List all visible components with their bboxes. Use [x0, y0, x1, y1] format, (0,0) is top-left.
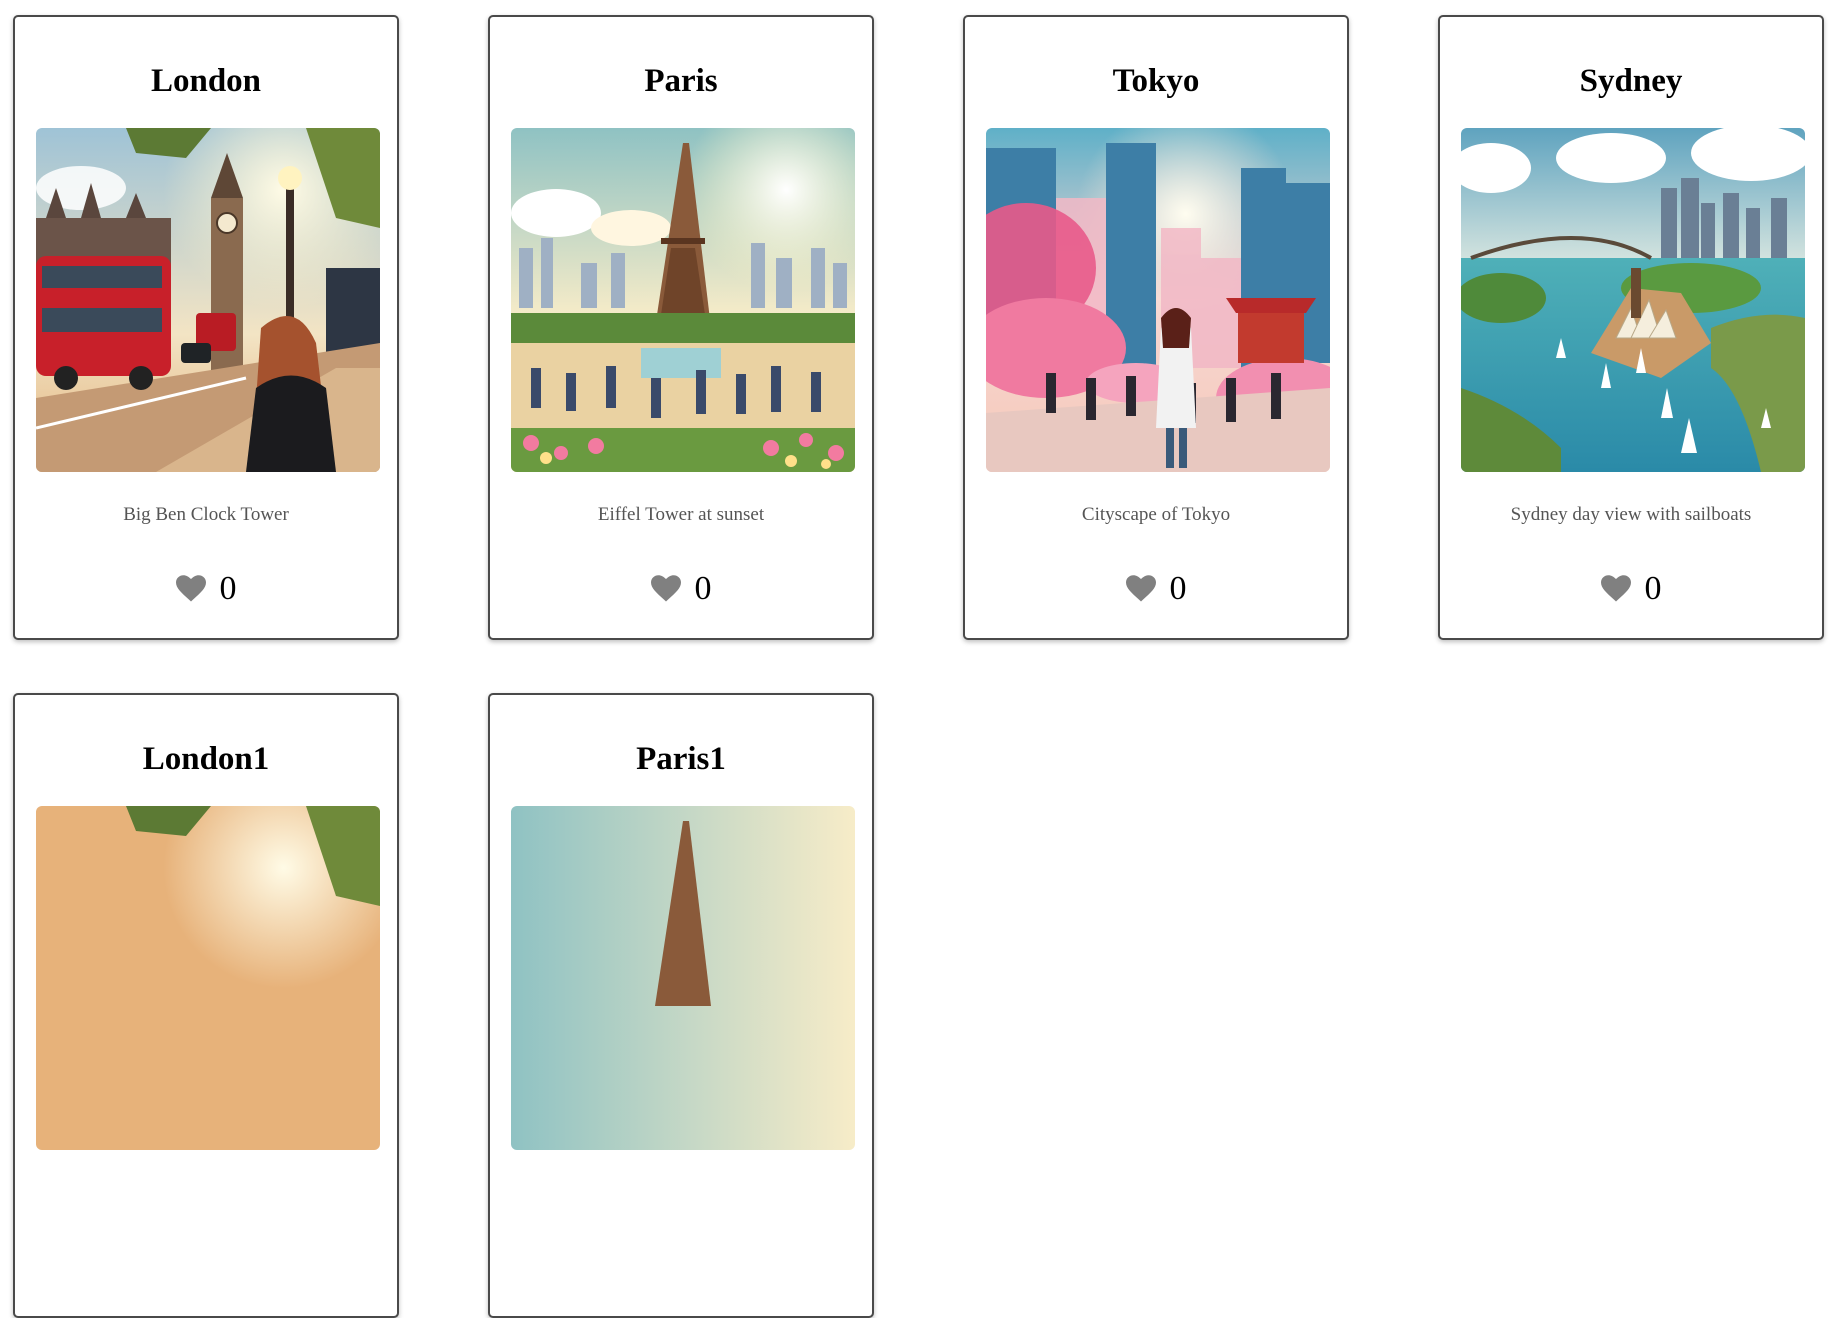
paris-image — [511, 128, 855, 472]
like-count: 0 — [1169, 570, 1187, 607]
london-illustration — [36, 128, 380, 472]
tokyo-image — [986, 128, 1330, 472]
paris-illustration — [511, 128, 855, 472]
card-london: London Big Ben Clock Tower 0 — [13, 15, 399, 640]
london1-image — [36, 806, 380, 1150]
card-caption: Eiffel Tower at sunset — [597, 504, 765, 525]
heart-icon[interactable] — [1125, 575, 1156, 603]
card-caption: Big Ben Clock Tower — [123, 504, 289, 525]
london-image — [36, 128, 380, 472]
paris1-image — [511, 806, 855, 1150]
card-title: Tokyo — [1112, 63, 1200, 99]
like-count: 0 — [219, 570, 237, 607]
paris1-illustration — [511, 806, 855, 1150]
sydney-image — [1461, 128, 1805, 472]
like-row: 0 — [490, 572, 872, 606]
card-title: Paris1 — [636, 741, 726, 777]
card-title: London1 — [142, 741, 270, 777]
card-title: Paris — [644, 63, 718, 99]
card-paris1: Paris1 — [488, 693, 874, 1318]
card-london1: London1 — [13, 693, 399, 1318]
like-row: 0 — [965, 572, 1347, 606]
card-sydney: Sydney Sydney day view with sailboats 0 — [1438, 15, 1824, 640]
heart-icon[interactable] — [1600, 575, 1631, 603]
like-count: 0 — [694, 570, 712, 607]
london1-illustration — [36, 806, 380, 1150]
card-tokyo: Tokyo Cityscape of Tokyo 0 — [963, 15, 1349, 640]
like-count: 0 — [1644, 570, 1662, 607]
card-title: Sydney — [1579, 63, 1683, 99]
card-title: London — [150, 63, 262, 99]
like-row: 0 — [15, 572, 397, 606]
sydney-illustration — [1461, 128, 1805, 472]
card-caption: Cityscape of Tokyo — [1081, 504, 1231, 525]
heart-icon[interactable] — [175, 575, 206, 603]
heart-icon[interactable] — [650, 575, 681, 603]
tokyo-illustration — [986, 128, 1330, 472]
card-caption: Sydney day view with sailboats — [1510, 504, 1752, 525]
card-paris: Paris Eiffel Tower at sunset 0 — [488, 15, 874, 640]
like-row: 0 — [1440, 572, 1822, 606]
